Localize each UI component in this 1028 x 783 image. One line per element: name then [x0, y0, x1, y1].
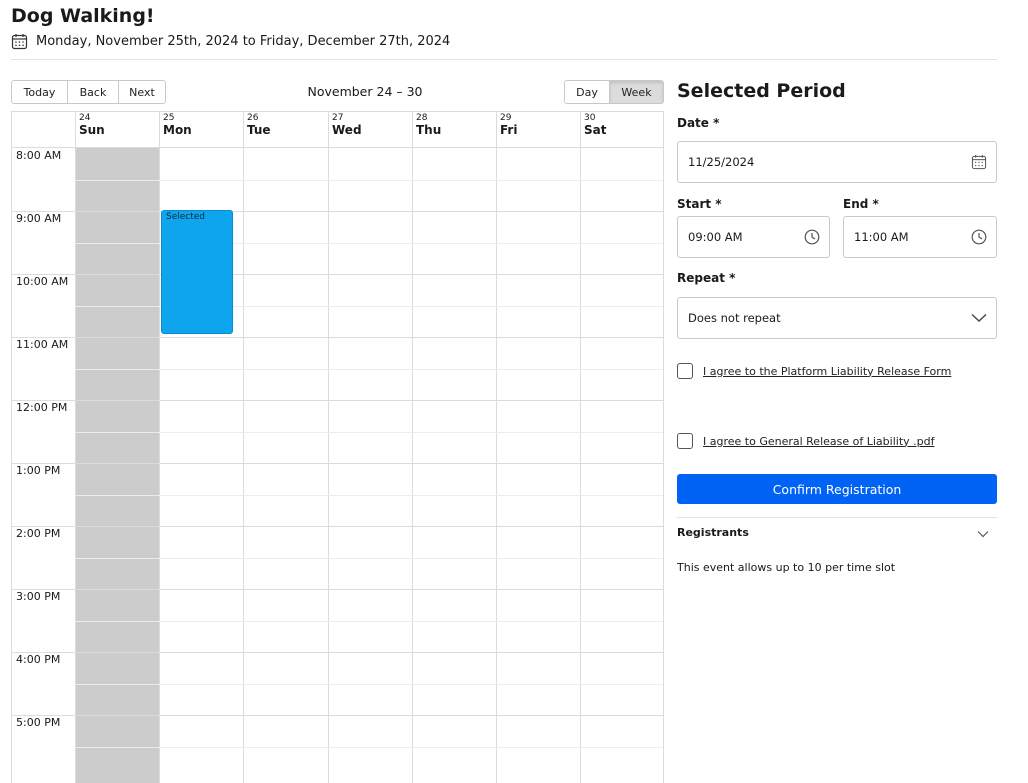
view-switch-group: Day Week [564, 80, 664, 104]
hour-gridline [12, 337, 663, 338]
calendar-icon [11, 34, 28, 50]
day-name: Sun [79, 123, 105, 137]
end-label: End * [843, 197, 879, 211]
day-header-sun: 24 Sun [75, 112, 159, 148]
day-header-thu: 28 Thu [412, 112, 496, 148]
registrants-divider [677, 517, 997, 518]
day-header-mon: 25 Mon [159, 112, 243, 148]
selected-event-label: Selected [166, 212, 206, 222]
time-label: 4:00 PM [16, 653, 61, 666]
chevron-down-icon [977, 528, 989, 541]
day-number: 30 [584, 113, 596, 123]
day-header-wed: 27 Wed [328, 112, 412, 148]
day-name: Thu [416, 123, 442, 137]
hour-gridline [12, 400, 663, 401]
week-calendar: 24 Sun 25 Mon 26 Tue 27 Wed 28 Thu 29 Fri 30 Sat 8:00… [11, 111, 664, 783]
start-time-field[interactable]: 09:00 AM [677, 216, 830, 258]
date-value: 11/25/2024 [688, 155, 755, 169]
agree-general-checkbox[interactable] [677, 433, 693, 449]
confirm-registration-button[interactable]: Confirm Registration [677, 474, 997, 504]
date-range-text: Monday, November 25th, 2024 to Friday, D… [36, 34, 451, 49]
repeat-select[interactable]: Does not repeat [677, 297, 997, 339]
day-view-button[interactable]: Day [565, 81, 610, 103]
registrants-toggle[interactable]: Registrants [677, 526, 997, 539]
general-release-link[interactable]: I agree to General Release of Liability … [703, 435, 934, 448]
time-label: 8:00 AM [16, 149, 62, 162]
day-name: Wed [332, 123, 362, 137]
clock-icon[interactable] [971, 229, 987, 245]
header-divider [11, 59, 997, 60]
hour-gridline [12, 715, 663, 716]
platform-release-link[interactable]: I agree to the Platform Liability Releas… [703, 365, 951, 378]
calendar-range-label: November 24 – 30 [307, 84, 423, 99]
hour-gridline [12, 652, 663, 653]
day-number: 29 [500, 113, 512, 123]
end-time-value: 11:00 AM [854, 230, 909, 244]
agree-platform-checkbox[interactable] [677, 363, 693, 379]
time-label: 12:00 PM [16, 401, 68, 414]
repeat-label: Repeat * [677, 271, 736, 285]
half-hour-gridline [75, 179, 663, 181]
repeat-value: Does not repeat [688, 311, 781, 325]
time-label: 9:00 AM [16, 212, 62, 225]
start-label: Start * [677, 197, 722, 211]
half-hour-gridline [75, 368, 663, 370]
hour-gridline [12, 211, 663, 212]
day-header-sat: 30 Sat [580, 112, 663, 148]
page-title: Dog Walking! [11, 5, 155, 27]
today-button[interactable]: Today [12, 81, 68, 103]
day-name: Mon [163, 123, 192, 137]
hour-gridline [12, 463, 663, 464]
half-hour-gridline [75, 683, 663, 685]
calendar-header: 24 Sun 25 Mon 26 Tue 27 Wed 28 Thu 29 Fri 30 Sat [12, 112, 663, 148]
time-label: 2:00 PM [16, 527, 61, 540]
hour-gridline [12, 589, 663, 590]
time-label: 1:00 PM [16, 464, 61, 477]
half-hour-gridline [75, 431, 663, 433]
day-number: 26 [247, 113, 259, 123]
selected-event[interactable]: Selected [161, 210, 233, 334]
half-hour-gridline [75, 746, 663, 748]
date-field[interactable]: 11/25/2024 [677, 141, 997, 183]
half-hour-gridline [75, 557, 663, 559]
day-number: 28 [416, 113, 428, 123]
week-view-button[interactable]: Week [610, 81, 663, 103]
time-label: 3:00 PM [16, 590, 61, 603]
hour-gridline [12, 274, 663, 275]
start-time-value: 09:00 AM [688, 230, 743, 244]
day-name: Sat [584, 123, 607, 137]
calendar-picker-icon[interactable] [971, 154, 987, 170]
time-label: 10:00 AM [16, 275, 69, 288]
time-label: 5:00 PM [16, 716, 61, 729]
panel-title: Selected Period [677, 80, 846, 102]
back-button[interactable]: Back [68, 81, 119, 103]
half-hour-gridline [75, 620, 663, 622]
half-hour-gridline [75, 494, 663, 496]
calendar-nav-group: Today Back Next [11, 80, 166, 104]
registrants-label: Registrants [677, 526, 749, 539]
next-button[interactable]: Next [119, 81, 165, 103]
day-header-tue: 26 Tue [243, 112, 328, 148]
day-name: Fri [500, 123, 518, 137]
registrants-note: This event allows up to 10 per time slot [677, 561, 896, 574]
event-date-range: Monday, November 25th, 2024 to Friday, D… [11, 33, 450, 50]
day-name: Tue [247, 123, 271, 137]
agree-general-row: I agree to General Release of Liability … [677, 433, 934, 449]
hour-gridline [12, 526, 663, 527]
clock-icon[interactable] [804, 229, 820, 245]
chevron-down-icon [971, 313, 987, 323]
time-label: 11:00 AM [16, 338, 69, 351]
day-number: 27 [332, 113, 344, 123]
day-number: 25 [163, 113, 175, 123]
date-label: Date * [677, 116, 720, 130]
agree-platform-row: I agree to the Platform Liability Releas… [677, 363, 951, 379]
day-header-fri: 29 Fri [496, 112, 580, 148]
day-number: 24 [79, 113, 91, 123]
end-time-field[interactable]: 11:00 AM [843, 216, 997, 258]
